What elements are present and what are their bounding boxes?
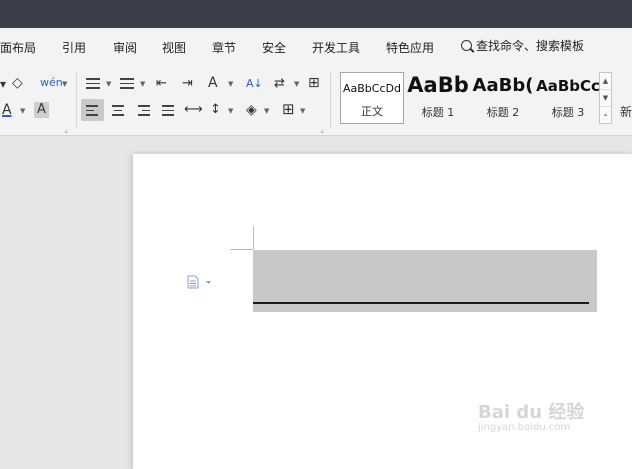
- line-spacing-dropdown-icon[interactable]: ▼: [228, 107, 233, 115]
- style-heading-1[interactable]: AaBb 标题 1: [406, 72, 470, 124]
- document-icon: [187, 275, 211, 289]
- style-sample: AaBb(: [472, 75, 534, 96]
- search-label: 查找命令、搜索模板: [476, 39, 585, 53]
- menu-security[interactable]: 安全: [262, 39, 286, 56]
- style-sample: AaBb: [407, 73, 469, 97]
- new-style-button[interactable]: 新: [620, 104, 632, 120]
- text-direction-icon[interactable]: A: [208, 75, 218, 91]
- style-name: 标题 1: [421, 106, 455, 119]
- style-name: 正文: [361, 105, 383, 118]
- bullet-list-icon[interactable]: [86, 78, 100, 92]
- sort-icon[interactable]: A↓: [246, 76, 263, 92]
- style-normal[interactable]: AaBbCcDd 正文: [340, 72, 404, 124]
- margin-marker: [230, 249, 253, 250]
- paint-bucket-icon[interactable]: ◈: [246, 102, 257, 118]
- borders-dropdown-icon[interactable]: ▼: [300, 107, 305, 115]
- toolbar-separator: [330, 72, 331, 128]
- header-underline: [253, 302, 589, 304]
- watermark-brand: Bai du 经验: [478, 402, 585, 423]
- eraser-icon[interactable]: ◇: [12, 75, 23, 91]
- search-icon: [461, 40, 472, 51]
- command-search[interactable]: 查找命令、搜索模板: [461, 37, 584, 54]
- bullet-list-dropdown-icon[interactable]: ▼: [106, 80, 111, 88]
- margin-marker: [253, 226, 254, 249]
- menu-references[interactable]: 引用: [62, 39, 86, 56]
- style-heading-3[interactable]: AaBbCc 标题 3: [536, 72, 600, 124]
- line-spacing-icon[interactable]: ↕: [210, 102, 221, 118]
- style-sample: AaBbCc: [536, 77, 600, 95]
- paragraph-layout-icon[interactable]: [187, 274, 213, 293]
- line-spacing-switch-icon[interactable]: ⇄: [274, 76, 285, 92]
- shading-dropdown-icon[interactable]: ▼: [264, 107, 269, 115]
- window-titlebar: [0, 0, 632, 28]
- borders-icon[interactable]: ⊞: [282, 101, 295, 117]
- table-insert-icon[interactable]: ⊞: [308, 75, 320, 91]
- font-color-icon[interactable]: A: [2, 102, 12, 118]
- toolbar-separator: [76, 72, 77, 128]
- style-gallery: AaBbCcDd 正文 AaBb 标题 1 AaBb( 标题 2 AaBbCc …: [339, 72, 601, 124]
- phonetic-dropdown-icon[interactable]: ▼: [62, 80, 67, 88]
- style-name: 标题 2: [486, 106, 520, 119]
- menu-view[interactable]: 视图: [162, 39, 186, 56]
- style-name: 标题 3: [551, 106, 585, 119]
- style-sample: AaBbCcDd: [343, 82, 401, 95]
- menu-review[interactable]: 审阅: [113, 39, 137, 56]
- justify-icon[interactable]: [162, 105, 174, 119]
- align-right-icon[interactable]: [138, 105, 150, 119]
- menu-page-layout[interactable]: 面布局: [0, 39, 36, 56]
- character-shading-icon[interactable]: A: [34, 102, 49, 118]
- phonetic-guide-icon[interactable]: wén: [40, 75, 63, 91]
- style-gallery-scroller[interactable]: ▲ ▼ ⩡: [599, 72, 612, 124]
- decrease-indent-icon[interactable]: ⇤: [156, 76, 167, 92]
- menu-developer-tools[interactable]: 开发工具: [312, 39, 360, 56]
- align-center-icon[interactable]: [112, 105, 124, 119]
- scroll-up-icon[interactable]: ▲: [600, 73, 611, 90]
- ribbon-toolbar: ▾ ◇ wén ▼ ▼ ▼ ⇤ ⇥ A ▼ A↓ ⇄ ▼ ⊞ A ▼ A ⟷ ↕…: [0, 66, 632, 136]
- align-left-icon[interactable]: [86, 105, 98, 119]
- numbered-list-icon[interactable]: [120, 78, 134, 92]
- increase-indent-icon[interactable]: ⇥: [182, 76, 193, 92]
- distributed-align-icon[interactable]: ⟷: [184, 102, 203, 118]
- format-dropdown-arrow-icon[interactable]: ▾: [0, 76, 6, 92]
- menu-bar: 面布局 引用 审阅 视图 章节 安全 开发工具 特色应用 查找命令、搜索模板: [0, 28, 632, 66]
- text-direction-dropdown-icon[interactable]: ▼: [228, 80, 233, 88]
- menu-special-apps[interactable]: 特色应用: [386, 39, 434, 56]
- gallery-expand-icon[interactable]: ⩡: [600, 107, 611, 123]
- numbered-list-dropdown-icon[interactable]: ▼: [140, 80, 145, 88]
- font-color-dropdown-icon[interactable]: ▼: [20, 107, 25, 115]
- style-heading-2[interactable]: AaBb( 标题 2: [471, 72, 535, 124]
- menu-section[interactable]: 章节: [212, 39, 236, 56]
- watermark-url: jingyan.baidu.com: [478, 422, 571, 433]
- watermark: Bai du 经验 jingyan.baidu.com: [478, 398, 584, 433]
- font-group-launcher-icon[interactable]: ⌟: [64, 122, 68, 138]
- scroll-down-icon[interactable]: ▼: [600, 90, 611, 107]
- paragraph-group-launcher-icon[interactable]: ⌟: [320, 122, 324, 138]
- line-spacing-switch-dropdown-icon[interactable]: ▼: [294, 80, 299, 88]
